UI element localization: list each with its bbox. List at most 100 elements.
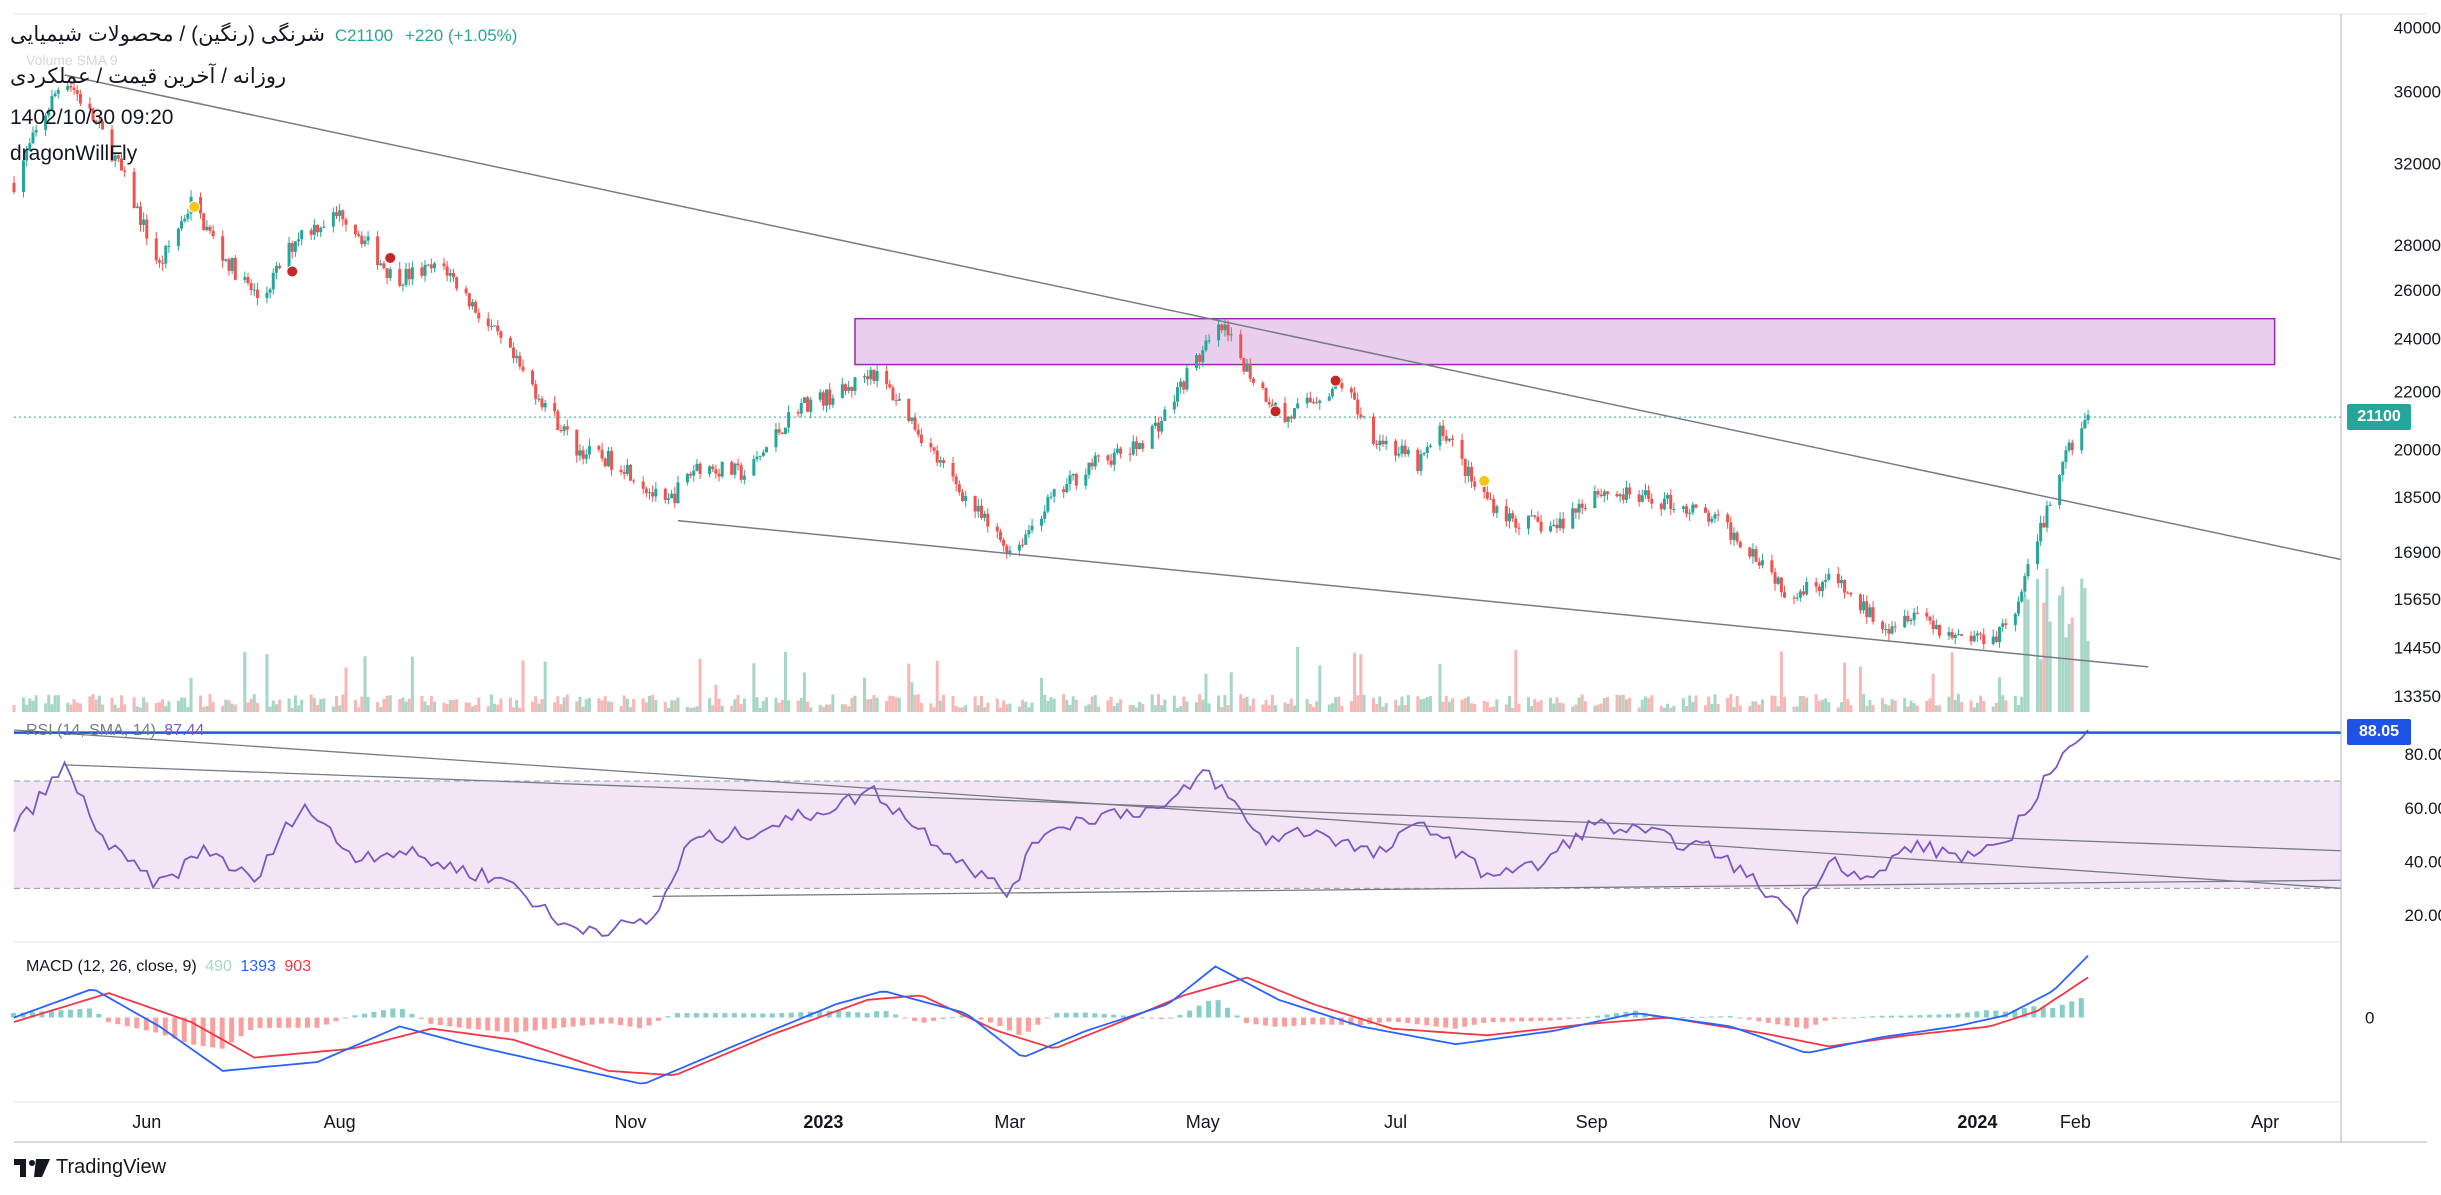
volume-bar xyxy=(537,703,541,712)
candle-body xyxy=(1021,544,1025,546)
candle-body xyxy=(806,397,810,412)
candle-body xyxy=(910,417,914,421)
candle-body xyxy=(983,513,987,518)
volume-bar xyxy=(224,699,228,712)
macd-histogram-bar xyxy=(561,1017,567,1028)
volume-bar xyxy=(1659,705,1663,712)
volume-bar xyxy=(309,694,313,712)
macd-histogram-bar xyxy=(665,1016,671,1018)
macd-histogram-bar xyxy=(1576,1017,1582,1019)
candle-body xyxy=(1207,340,1211,342)
candle-body xyxy=(651,492,655,497)
candle-body xyxy=(1814,582,1818,587)
volume-bar xyxy=(1416,696,1420,712)
candle-body xyxy=(1643,490,1647,496)
volume-bar xyxy=(21,697,25,712)
volume-bar xyxy=(894,697,898,712)
candle-body xyxy=(1982,634,1986,645)
candle-body xyxy=(1754,549,1758,562)
candle-body xyxy=(1087,462,1091,475)
volume-bar xyxy=(1024,701,1028,712)
macd-histogram-bar xyxy=(1813,1017,1819,1025)
candle-body xyxy=(1283,403,1287,422)
volume-bar xyxy=(787,700,791,712)
volume-bar xyxy=(445,703,449,712)
macd-histogram-bar xyxy=(1746,1017,1752,1020)
candle-body xyxy=(1425,446,1429,453)
candle-body xyxy=(1504,506,1508,522)
candle-body xyxy=(1621,494,1625,500)
candle-body xyxy=(1928,616,1932,621)
chart-canvas[interactable]: 40000 36000 32000 28000 26000 24000 22000 20000… xyxy=(0,0,2441,1195)
candle-body xyxy=(448,272,452,276)
volume-bar xyxy=(1783,697,1787,712)
volume-bar xyxy=(1176,707,1179,712)
volume-bar xyxy=(622,695,626,712)
volume-bar xyxy=(338,705,342,712)
tradingview-logo[interactable]: TradingView xyxy=(14,1156,166,1179)
candle-body xyxy=(1242,358,1246,372)
volume-bar xyxy=(783,651,787,712)
candle-body xyxy=(1580,503,1584,508)
candle-body xyxy=(1552,524,1556,527)
rsi-legend[interactable]: RSI (14, SMA, 14) 87.44 xyxy=(26,722,208,740)
candle-body xyxy=(312,224,316,235)
volume-bar xyxy=(1956,694,1960,712)
candle-body xyxy=(1858,594,1862,611)
candle-body xyxy=(1106,455,1110,461)
volume-bar xyxy=(1441,701,1445,712)
volume-bar xyxy=(714,684,718,712)
volume-bar xyxy=(758,707,762,712)
macd-histogram-bar xyxy=(1471,1017,1477,1025)
volume-bar xyxy=(951,695,955,712)
volume-bar xyxy=(249,698,253,712)
macd-histogram-bar xyxy=(1158,1017,1164,1020)
candle-body xyxy=(331,212,335,227)
candle-body xyxy=(1817,586,1821,592)
volume-bar xyxy=(199,695,203,712)
volume-bar xyxy=(508,697,512,712)
volume-bar xyxy=(1068,704,1072,712)
volume-bar xyxy=(1447,701,1451,712)
volume-bar xyxy=(1824,698,1828,712)
tradingview-logo-text: TradingView xyxy=(56,1156,167,1178)
candle-body xyxy=(1605,491,1609,495)
candle-body xyxy=(1549,526,1553,532)
macd-histogram-bar xyxy=(1727,1016,1733,1018)
volume-bar xyxy=(1707,696,1711,712)
volume-bar xyxy=(543,661,547,712)
volume-bar xyxy=(290,707,294,712)
signal-marker xyxy=(1269,405,1282,418)
volume-bar xyxy=(540,699,544,712)
macd-histogram-bar xyxy=(1718,1016,1724,1018)
macd-legend[interactable]: MACD (12, 26, close, 9) 490 1393 903 xyxy=(26,958,315,976)
candle-body xyxy=(622,472,626,474)
volume-bar xyxy=(2045,568,2049,712)
trendlines[interactable] xyxy=(64,74,2342,668)
candle-body xyxy=(1489,498,1493,500)
candle-body xyxy=(1802,591,1806,595)
candle-body xyxy=(167,245,171,247)
macd-histogram-bar xyxy=(987,1017,993,1023)
candle-body xyxy=(145,219,149,239)
candle-body xyxy=(961,492,965,502)
candle-body xyxy=(676,482,680,504)
volume-bar xyxy=(641,698,645,712)
candle-body xyxy=(1998,626,2002,643)
candle-body xyxy=(1194,355,1198,369)
volume-bar xyxy=(1843,662,1847,712)
volume-bar xyxy=(322,698,326,712)
macd-histogram-bar xyxy=(1803,1017,1809,1029)
candle-body xyxy=(1112,452,1116,465)
macd-histogram-bar xyxy=(674,1013,680,1018)
volume-bar xyxy=(1134,707,1138,712)
candle-body xyxy=(211,230,215,237)
candle-body xyxy=(885,371,889,385)
macd-histogram-bar xyxy=(1168,1017,1174,1019)
candle-body xyxy=(1685,506,1689,514)
volume-bar xyxy=(973,696,977,712)
macd-histogram-bar xyxy=(1851,1017,1857,1019)
volume-bar xyxy=(407,698,411,712)
candle-body xyxy=(164,245,168,264)
volume-bar xyxy=(1802,696,1806,712)
